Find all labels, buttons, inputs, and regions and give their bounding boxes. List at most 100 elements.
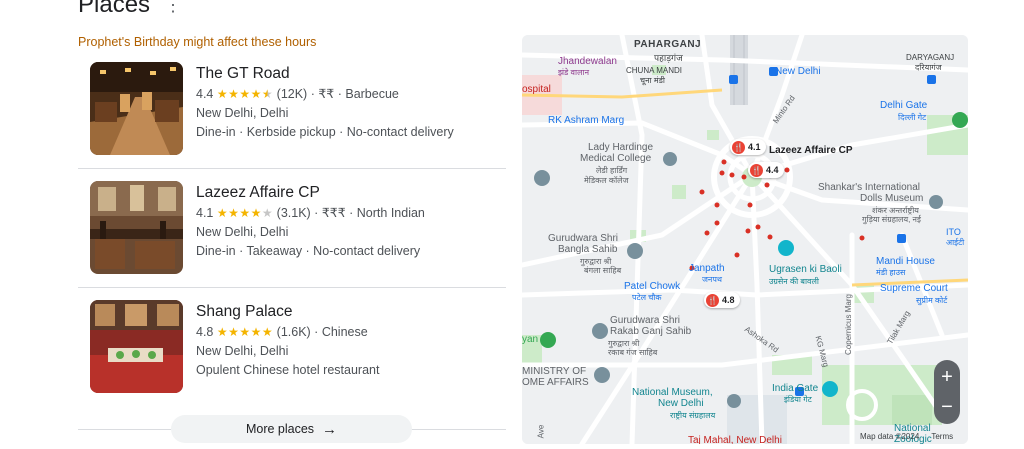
map-label: राष्ट्रीय संग्रहालय [670,411,716,420]
price-level: ₹₹ [318,87,335,101]
map-label: Ugrasen ki Baoli [769,264,842,275]
restaurant-pin[interactable]: 🍴 4.1 [730,139,766,155]
map-label: ospital [522,84,551,95]
map-label: ITO [946,227,961,237]
cuisine-category: Barbecue [345,87,399,101]
map-label: आईटी [946,238,965,247]
map-data-credit: Map data ©2024 [860,432,920,441]
map-label: Copernicus Marg [843,294,853,355]
map-label: गुड़िया संग्रहालय, नई [862,215,921,224]
price-level: ₹₹₹ [321,206,346,220]
review-count: (12K) [276,87,308,101]
place-services: Dine-in · Takeaway · No-contact delivery [196,244,421,258]
map-label: दरियागंज [915,63,942,72]
restaurant-pin[interactable]: 🍴 4.4 [748,162,784,178]
more-places-row: More places → [78,413,506,445]
map-label: पहाड़गंज [654,53,683,63]
map-attribution: Map data ©2024 Terms [860,432,963,441]
map-label: Lazeez Affaire CP [769,145,853,156]
zoom-out-button[interactable]: − [934,393,960,421]
map-label: मंडी हाउस [876,268,906,277]
map-label: उग्रसेन की बावली [769,277,819,286]
rating-value: 4.8 [196,325,214,339]
map-label: बंगला साहिब [584,266,622,275]
map-label: yan [522,334,539,345]
map-label: National Museum, [632,387,713,398]
place-item-gt-road[interactable]: The GT Road 4.4 ★★★★★ (12K) · ₹₹ · Barbe… [78,50,506,169]
place-name[interactable]: The GT Road [196,64,454,84]
place-description: Opulent Chinese hotel restaurant [196,363,380,377]
rating-stars-icon: ★★★★★ [216,87,274,101]
map-label: MINISTRY OF [522,366,587,377]
place-services: Dine-in · Kerbside pickup · No-contact d… [196,125,454,139]
map-label: पटेल चौक [632,293,662,302]
place-photo[interactable] [90,62,183,155]
map-label: Jhandewalan [558,56,617,67]
rating-value: 4.1 [196,206,214,220]
place-location: New Delhi, Delhi [196,225,289,239]
map-label: RK Ashram Marg [548,115,625,126]
map-label: OME AFFAIRS [522,377,589,388]
place-name[interactable]: Lazeez Affaire CP [196,183,425,203]
review-count: (1.6K) [276,325,311,339]
map-label: Medical College [580,153,652,164]
map-label: Supreme Court [880,283,948,294]
rating-line: 4.8 ★★★★★ (1.6K) · Chinese [196,325,368,339]
map-label: Ave [536,424,546,439]
map-label: झंडे वालान [558,68,590,77]
zoom-controls: + − [934,360,960,424]
map-label: CHUNA MANDI [626,66,683,75]
map-label: Lady Hardinge [588,142,654,153]
rating-line: 4.1 ★★★★★ (3.1K) · ₹₹₹ · North Indian [196,206,425,220]
place-photo[interactable] [90,300,183,393]
places-list: The GT Road 4.4 ★★★★★ (12K) · ₹₹ · Barbe… [78,50,506,406]
rating-value: 4.4 [196,87,214,101]
map-label: Dolls Museum [860,193,924,204]
map-label: Janpath [689,263,725,274]
more-places-label: More places [245,422,315,436]
map-label: Rakab Ganj Sahib [610,326,692,337]
rating-stars-icon: ★★★★★ [216,325,274,339]
map-label: Taj Mahal, New Delhi [688,435,782,444]
place-item-lazeez-affaire[interactable]: Lazeez Affaire CP 4.1 ★★★★★ (3.1K) · ₹₹₹… [78,169,506,288]
more-places-button[interactable]: More places → [171,415,412,443]
place-name[interactable]: Shang Palace [196,302,379,322]
map-label: चूना मंडी [640,76,665,85]
rating-stars-icon: ★★★★★ [216,206,274,220]
place-photo[interactable] [90,181,183,274]
map-label: जनपथ [702,275,723,284]
places-header: Places ⋮ [78,0,182,19]
map-label: PAHARGANJ [634,39,702,50]
restaurant-icon: 🍴 [750,163,763,177]
more-options-icon[interactable]: ⋮ [164,0,182,14]
section-title: Places [78,0,151,18]
place-location: New Delhi, Delhi [196,106,289,120]
terms-link[interactable]: Terms [931,432,953,441]
map-label: Patel Chowk [624,281,681,292]
map-label: Gurudwara Shri [610,315,681,326]
map-label: मेडिकल कॉलेज [584,176,629,185]
map-label: New Delhi [775,66,821,77]
map-label: Shankar's International [818,182,920,193]
map-label: दिल्ली गेट [898,113,927,122]
map-label: इंडिया गेट [784,395,812,404]
map-label: Gurudwara Shri [548,233,619,244]
restaurant-icon: 🍴 [706,293,719,307]
map-label: India Gate [772,383,819,394]
map-view[interactable]: PAHARGANJ पहाड़गंज Jhandewalan झंडे वाला… [522,35,968,444]
place-item-shang-palace[interactable]: Shang Palace 4.8 ★★★★★ (1.6K) · Chinese … [78,288,506,406]
cuisine-category: Chinese [321,325,368,339]
zoom-in-button[interactable]: + [934,363,960,391]
map-label: DARYAGANJ [906,53,955,62]
map-label: Delhi Gate [880,100,928,111]
map-label: सुप्रीम कोर्ट [916,296,948,305]
place-location: New Delhi, Delhi [196,344,289,358]
rating-line: 4.4 ★★★★★ (12K) · ₹₹ · Barbecue [196,87,399,101]
holiday-notice: Prophet's Birthday might affect these ho… [78,35,317,49]
restaurant-pin[interactable]: 🍴 4.8 [704,292,740,308]
map-label: Mandi House [876,256,935,267]
map-label: New Delhi [658,398,704,409]
review-count: (3.1K) [276,206,311,220]
cuisine-category: North Indian [356,206,425,220]
arrow-right-icon: → [322,420,338,438]
